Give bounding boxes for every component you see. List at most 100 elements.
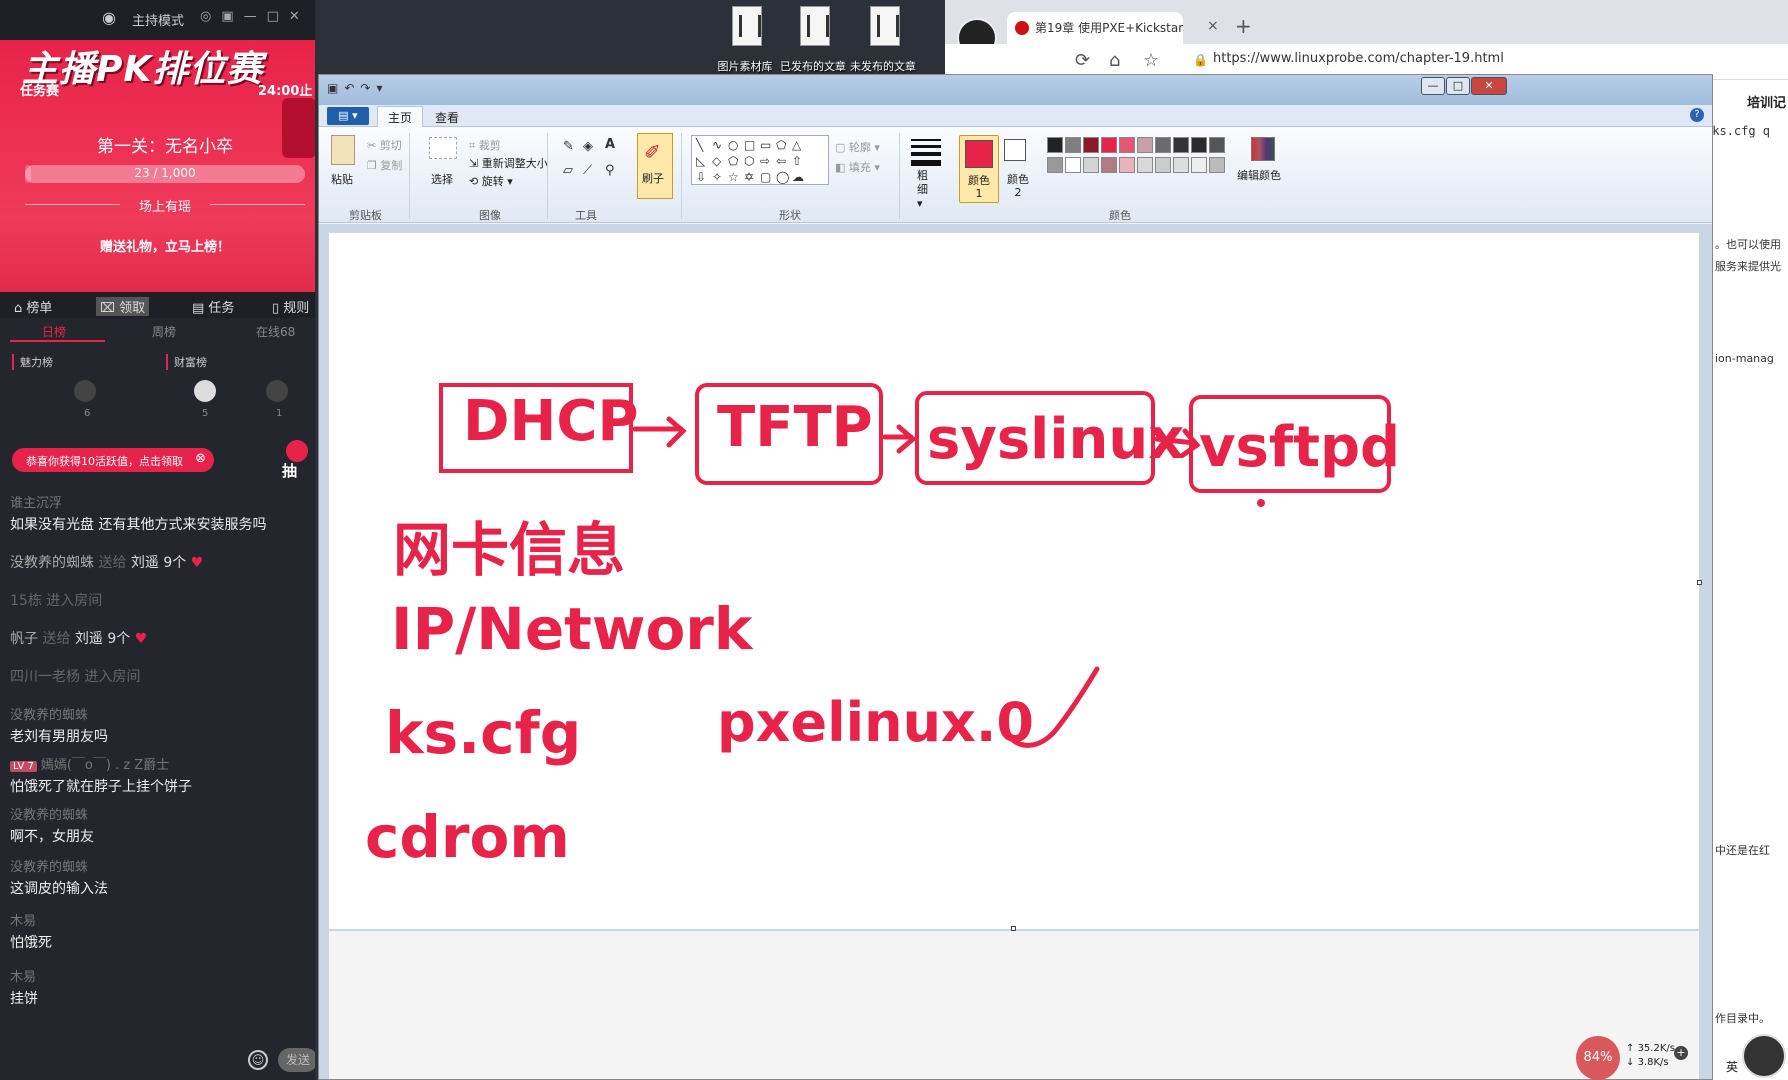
resize-button[interactable]: ⇲ 重新调整大小 [469, 155, 548, 171]
maximize-button[interactable]: □ [1446, 77, 1470, 95]
palette-swatch[interactable] [1173, 157, 1189, 173]
palette-swatch[interactable] [1209, 157, 1225, 173]
activity-toast[interactable]: 恭喜你获得10活跃值，点击领取 ⊗ [12, 448, 214, 472]
chat-user[interactable]: 没教养的蜘蛛 [10, 555, 94, 571]
pencil-icon[interactable]: ✎ [563, 139, 574, 154]
desktop-icon-image-library[interactable]: 图片素材库 [712, 0, 778, 75]
palette-swatch[interactable] [1119, 137, 1135, 153]
palette-swatch[interactable] [1155, 137, 1171, 153]
file-menu-button[interactable]: ▤ ▾ [327, 107, 369, 125]
nav-task[interactable]: ▤ 任务 [192, 297, 234, 316]
size-button[interactable]: 粗细 ▾ [917, 169, 933, 211]
minimize-button[interactable]: — [1421, 77, 1445, 95]
cpu-usage-badge[interactable]: 84% [1576, 1036, 1620, 1080]
rotate-button[interactable]: ⟲ 旋转 ▾ [469, 173, 513, 189]
emoji-icon[interactable]: ☺ [248, 1050, 268, 1070]
magnifier-icon[interactable]: ⚲ [605, 163, 615, 178]
avatar[interactable] [194, 380, 216, 402]
eraser-icon[interactable]: ▱ [563, 163, 573, 178]
nav-ranking[interactable]: ⌂ 榜单 [14, 297, 52, 316]
palette-swatch[interactable] [1209, 137, 1225, 153]
desktop-icon-unpublished[interactable]: 未发布的文章 [850, 0, 916, 75]
chat-user[interactable]: 15栋 [10, 593, 42, 609]
user-avatar[interactable] [1742, 1034, 1786, 1078]
color-2-button[interactable]: 颜色 2 [999, 135, 1039, 203]
chat-user[interactable]: 谁主沉浮 [10, 492, 310, 511]
avatar[interactable] [266, 380, 288, 402]
close-icon[interactable]: ⊗ [195, 451, 206, 466]
avatar[interactable] [74, 380, 96, 402]
palette-swatch[interactable] [1137, 137, 1153, 153]
resize-handle[interactable] [1697, 580, 1702, 585]
fill-button[interactable]: ◧ 填充 ▾ [835, 159, 880, 175]
palette-swatch[interactable] [1191, 137, 1207, 153]
tab-daily[interactable]: 日榜 [42, 323, 66, 340]
palette-swatch[interactable] [1047, 157, 1063, 173]
cut-button[interactable]: ✂ 剪切 [367, 137, 402, 153]
tab-online[interactable]: 在线68 [256, 323, 295, 340]
address-bar[interactable]: https://www.linuxprobe.com/chapter-19.ht… [1213, 51, 1504, 66]
palette-swatch[interactable] [1083, 157, 1099, 173]
quick-access-toolbar[interactable]: ▣↶↷▾ [327, 81, 388, 95]
new-tab-button[interactable]: + [1235, 14, 1252, 38]
charm-board-label[interactable]: 魅力榜 [12, 354, 53, 370]
window-controls[interactable]: ◎▣—□✕ [200, 9, 310, 24]
palette-swatch[interactable] [1101, 137, 1117, 153]
select-button[interactable]: 选择 [431, 171, 453, 187]
drawing-canvas[interactable]: DHCP TFTP syslinux vsftpd 网卡信息 IP/Networ… [329, 233, 1699, 929]
chat-user[interactable]: LV 7 嫣嫣(￣o￣) . z Z爵士 [10, 754, 310, 773]
input-method-indicator[interactable]: 英 [1726, 1058, 1738, 1075]
chat-user[interactable]: 帆子 [10, 631, 38, 647]
picker-icon[interactable]: ⟋ [583, 163, 592, 178]
copy-button[interactable]: ❐ 复制 [367, 157, 402, 173]
palette-swatch[interactable] [1137, 157, 1153, 173]
color-1-button[interactable]: 颜色 1 [959, 135, 999, 203]
palette-swatch[interactable] [1065, 157, 1081, 173]
host-mode-label[interactable]: 主持模式 [132, 10, 184, 29]
shapes-gallery[interactable]: ╲ ∿ ○ □ ▭ ⬠ △ ◺ ◇ ⬠ ⬡ ⇨ ⇦ ⇧ ⇩ ✧ ☆ ✡ ▢ ◯ ☁ [691, 135, 829, 185]
size-icon[interactable] [911, 139, 941, 166]
wealth-board-label[interactable]: 财富榜 [166, 354, 207, 370]
reload-icon[interactable]: ⟳ [1075, 50, 1090, 71]
desktop-icon-published[interactable]: 已发布的文章 [780, 0, 846, 75]
send-button[interactable]: 发送 [278, 1048, 315, 1072]
palette-swatch[interactable] [1191, 157, 1207, 173]
edit-colors-button[interactable]: 编辑颜色 [1237, 135, 1289, 195]
star-icon[interactable]: ☆ [1143, 50, 1159, 71]
paste-icon[interactable] [331, 135, 355, 165]
tab-view[interactable]: 查看 [435, 109, 459, 126]
text-icon[interactable]: A [605, 137, 615, 152]
palette-swatch[interactable] [1119, 157, 1135, 173]
fill-icon[interactable]: ◈ [583, 139, 593, 154]
nav-claim[interactable]: ⌧ 领取 [96, 297, 150, 316]
chat-user[interactable]: 木易 [10, 910, 310, 929]
palette-swatch[interactable] [1047, 137, 1063, 153]
select-icon[interactable] [429, 137, 457, 159]
home-icon[interactable]: ⌂ [1109, 50, 1120, 71]
outline-button[interactable]: ▢ 轮廓 ▾ [835, 139, 880, 155]
gift-tip[interactable]: 赠送礼物，立马上榜！ [0, 236, 315, 255]
nav-rules[interactable]: ▯ 规则 [272, 297, 309, 316]
chat-user[interactable]: 没教养的蜘蛛 [10, 856, 310, 875]
crop-button[interactable]: ⌗ 裁剪 [469, 137, 501, 153]
tab-weekly[interactable]: 周榜 [152, 323, 176, 340]
chat-user[interactable]: 没教养的蜘蛛 [10, 804, 310, 823]
tab-home[interactable]: 主页 [377, 106, 424, 128]
lottery-button[interactable]: 抽 [280, 440, 315, 488]
palette-swatch[interactable] [1101, 157, 1117, 173]
plus-icon[interactable]: + [1674, 1046, 1688, 1060]
palette-swatch[interactable] [1155, 157, 1171, 173]
browser-tab[interactable]: 第19章 使用PXE+Kickstart无人 [1007, 12, 1183, 44]
close-tab-icon[interactable]: × [1207, 18, 1219, 34]
pk-ranking-banner[interactable]: 主播PK排位赛 任务赛 24:00止 第一关：无名小卒 23 / 1,000 场… [0, 40, 315, 295]
chat-user[interactable]: 木易 [10, 966, 310, 985]
chat-user[interactable]: 没教养的蜘蛛 [10, 704, 310, 723]
brush-button[interactable]: ✐ 刷子 [637, 133, 673, 199]
chat-user[interactable]: 四川一老杨 [10, 669, 80, 685]
palette-swatch[interactable] [1065, 137, 1081, 153]
close-button[interactable]: ✕ [1471, 77, 1507, 95]
help-icon[interactable]: ? [1690, 108, 1704, 122]
paste-button[interactable]: 粘贴 [331, 171, 353, 187]
palette-swatch[interactable] [1173, 137, 1189, 153]
palette-swatch[interactable] [1083, 137, 1099, 153]
